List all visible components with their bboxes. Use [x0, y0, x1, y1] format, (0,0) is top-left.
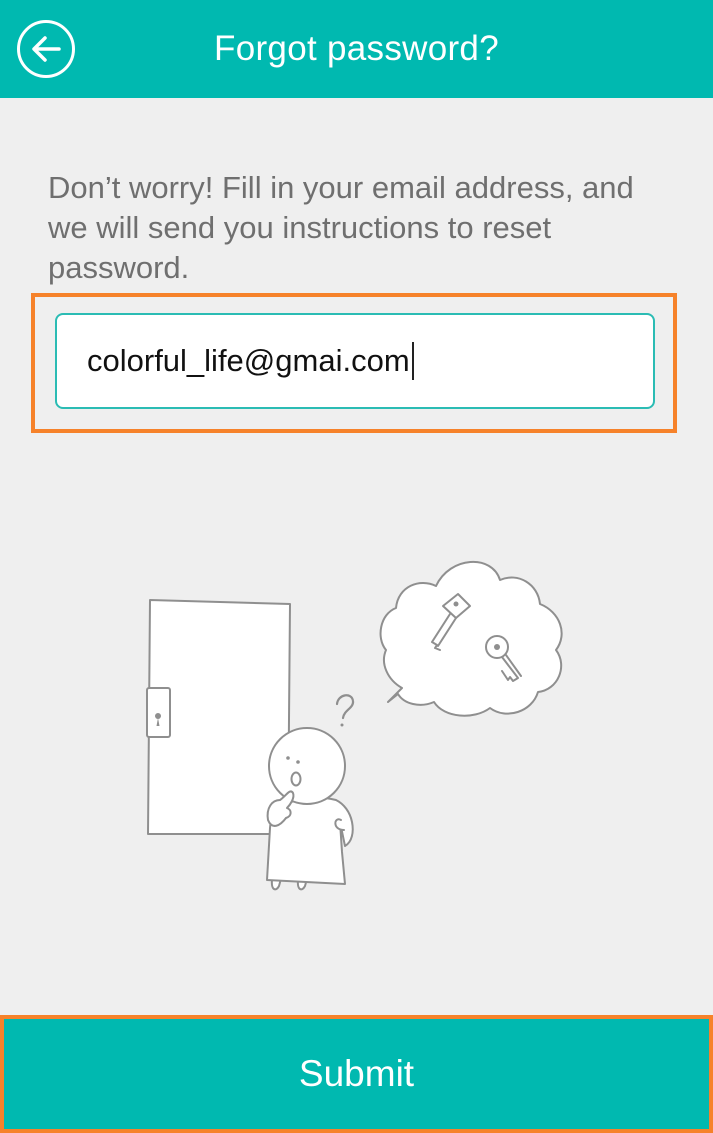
email-input-value: colorful_life@gmai.com: [87, 343, 410, 378]
lock-icon: [146, 687, 171, 738]
submit-label: Submit: [298, 1053, 415, 1094]
page-title: Forgot password?: [214, 29, 499, 68]
thought-bubble-icon: [379, 560, 563, 717]
app-bar: Forgot password?: [0, 0, 713, 98]
instructions-text: Don’t worry! Fill in your email address,…: [48, 170, 634, 285]
text-cursor: [411, 342, 414, 380]
arrow-left-icon: [32, 36, 61, 62]
door-person-keys-illustration: [146, 560, 563, 891]
back-button[interactable]: [17, 20, 75, 78]
forgot-password-screen: Forgot password? Don’t worry! Fill in yo…: [0, 0, 713, 1133]
question-mark-icon: [335, 694, 355, 720]
email-field[interactable]: colorful_life@gmai.com: [55, 313, 655, 409]
person-icon: [266, 727, 354, 891]
submit-button[interactable]: Submit: [0, 1015, 713, 1133]
